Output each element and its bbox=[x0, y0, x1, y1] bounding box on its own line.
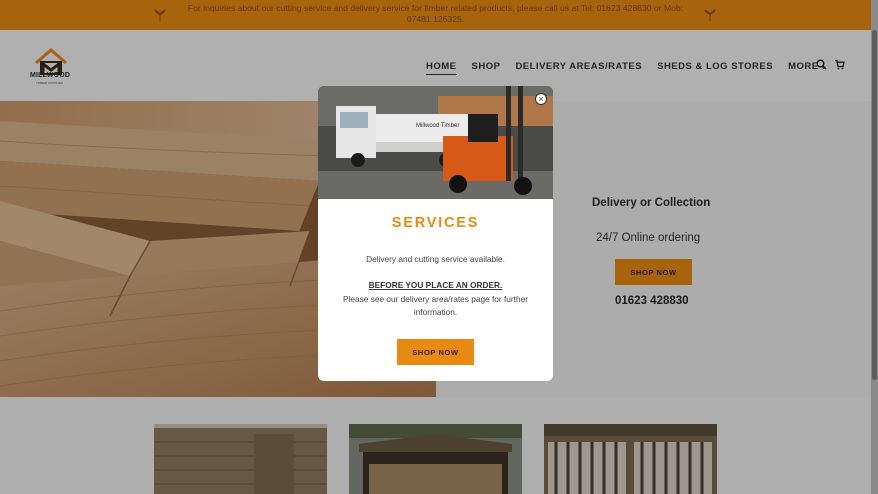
modal-service-text: Delivery and cutting service available. bbox=[366, 254, 505, 264]
van-signage: Millwood Timber bbox=[416, 123, 459, 129]
modal-warning-text[interactable]: BEFORE YOU PLACE AN ORDER. bbox=[318, 280, 553, 290]
scrollbar[interactable] bbox=[871, 0, 878, 494]
close-icon[interactable]: × bbox=[535, 93, 547, 105]
services-modal: Millwood Timber SERVICES Delivery and cu… bbox=[318, 86, 553, 381]
modal-info-text: Please see our delivery area/rates page … bbox=[343, 294, 528, 317]
modal-shop-now-button[interactable]: SHOP NOW bbox=[397, 339, 474, 365]
modal-van-forklift-image: Millwood Timber bbox=[318, 86, 553, 199]
scrollbar-thumb[interactable] bbox=[872, 30, 877, 380]
modal-title: SERVICES bbox=[391, 215, 480, 231]
